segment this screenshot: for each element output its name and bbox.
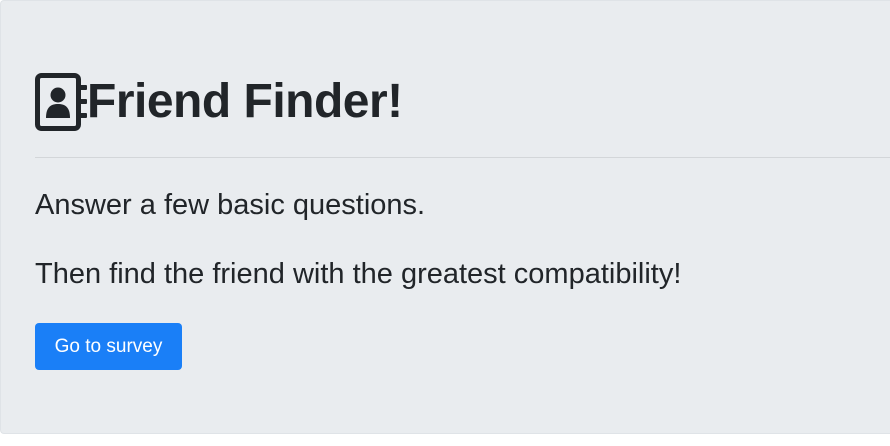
page-title-text: Friend Finder! [87, 75, 403, 128]
lead-text-result: Then find the friend with the greatest c… [35, 258, 682, 290]
lead-text-instructions: Answer a few basic questions. [35, 189, 426, 221]
divider [35, 157, 890, 158]
page-title: Friend Finder! [35, 73, 403, 131]
go-to-survey-button[interactable]: Go to survey [35, 323, 182, 370]
address-book-icon [35, 73, 87, 131]
jumbotron: Friend Finder! Answer a few basic questi… [0, 0, 890, 434]
